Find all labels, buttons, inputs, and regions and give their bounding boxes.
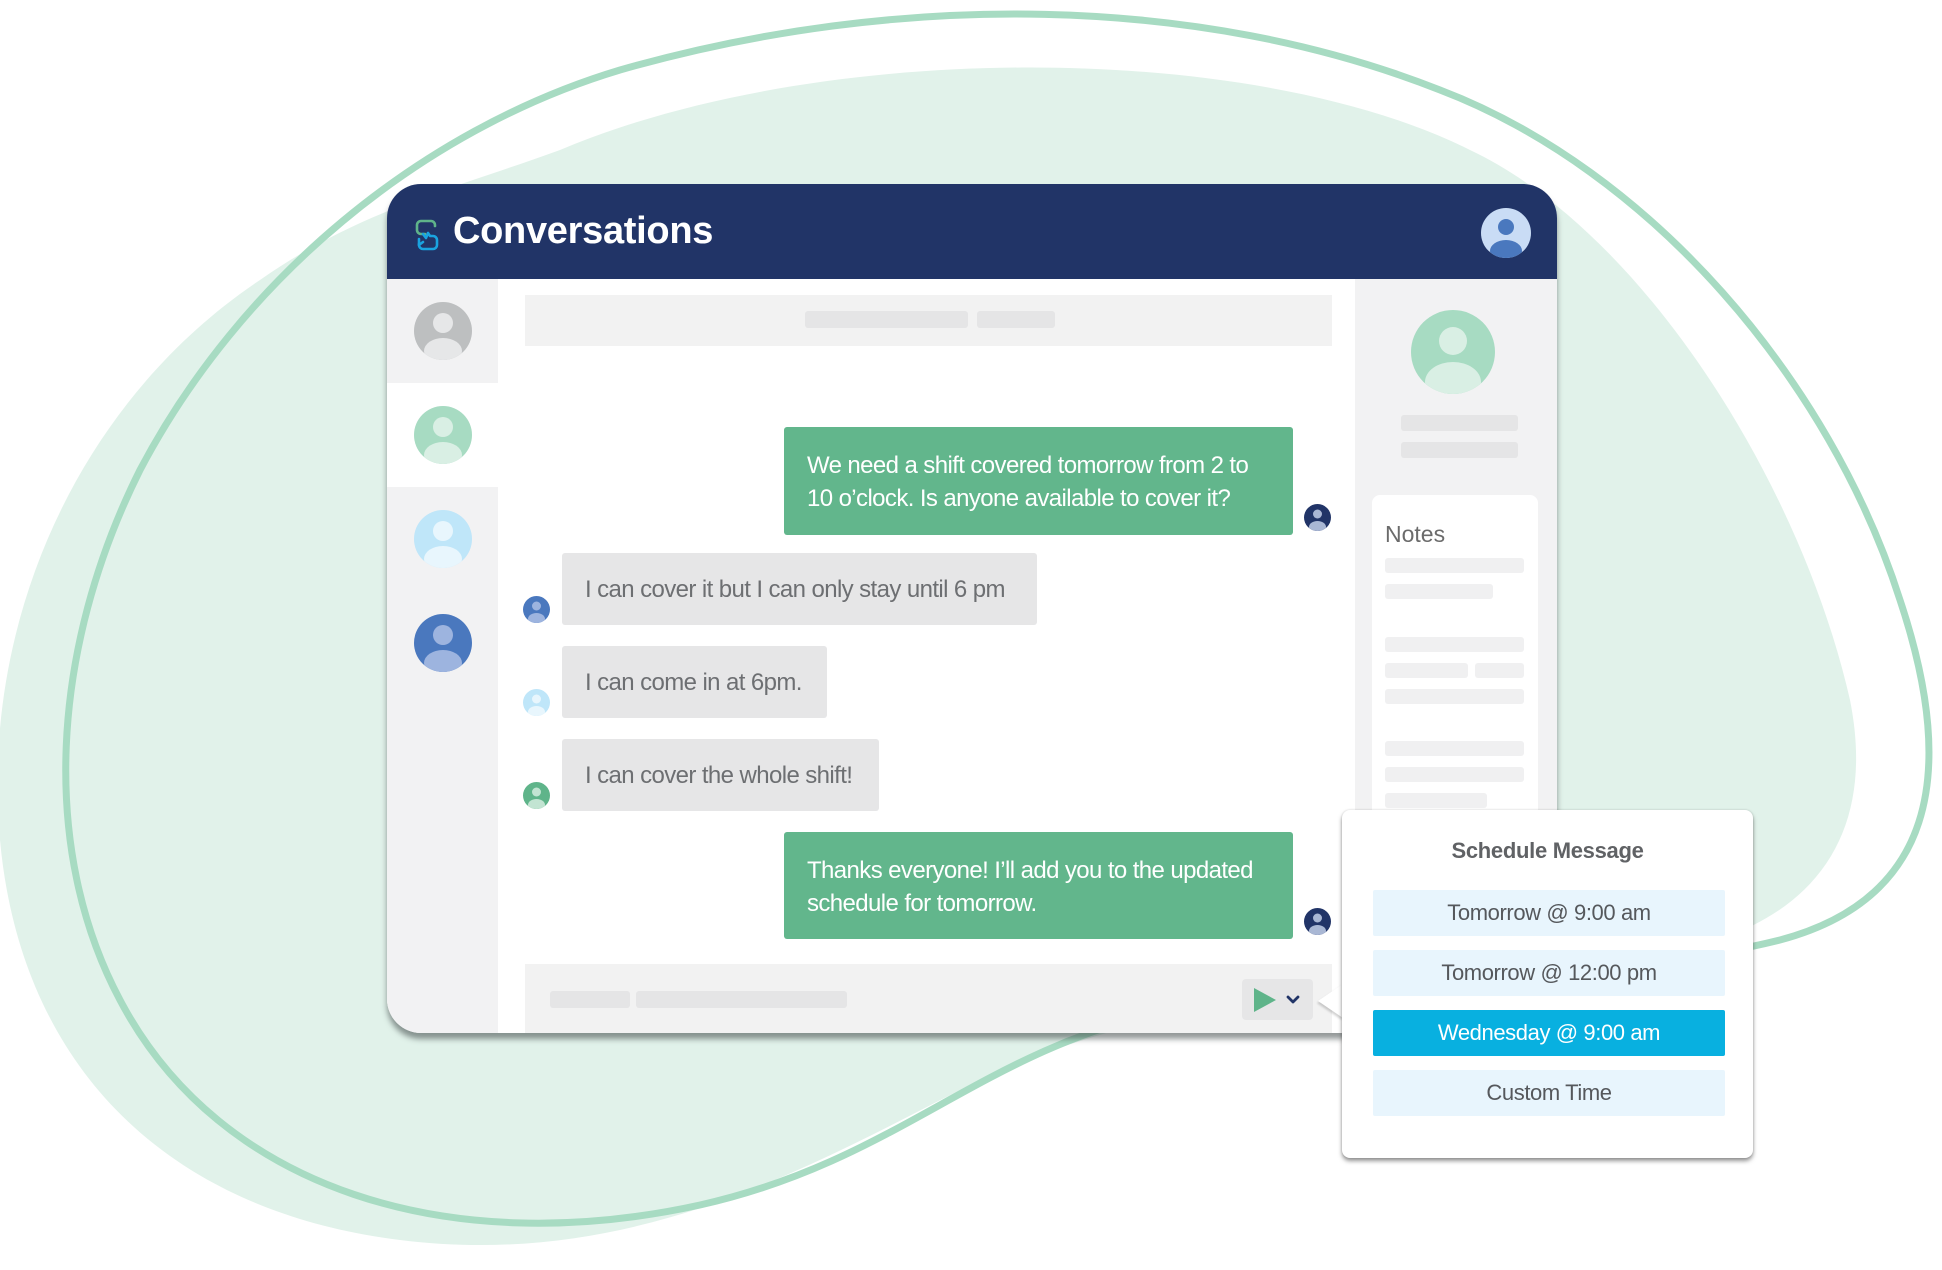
- contact-avatar-icon: [523, 782, 550, 809]
- skeleton-bar: [1385, 767, 1524, 782]
- sender-avatar-icon: [1304, 504, 1331, 531]
- contact-avatar-icon: [523, 689, 550, 716]
- schedule-option-wednesday-9am[interactable]: Wednesday @ 9:00 am: [1373, 1010, 1725, 1056]
- skeleton-bar: [805, 311, 968, 328]
- sender-avatar-icon: [1304, 908, 1331, 935]
- chat-header-placeholder: [525, 295, 1332, 346]
- incoming-message: I can come in at 6pm.: [562, 646, 827, 718]
- sidebar-item-contact-gray[interactable]: [387, 279, 498, 383]
- incoming-message: I can cover the whole shift!: [562, 739, 879, 811]
- schedule-option-custom-time[interactable]: Custom Time: [1373, 1070, 1725, 1116]
- outgoing-message: Thanks everyone! I’ll add you to the upd…: [784, 832, 1293, 939]
- app-header: Conversations: [387, 184, 1557, 279]
- message-text: 10 o’clock. Is anyone available to cover…: [807, 485, 1231, 512]
- message-text: Thanks everyone! I’ll add you to the upd…: [807, 857, 1254, 884]
- skeleton-bar: [977, 311, 1055, 328]
- sidebar-item-contact-blue[interactable]: [387, 591, 498, 695]
- contact-sidebar: [387, 279, 498, 1033]
- contact-avatar-icon: [413, 510, 472, 568]
- sidebar-item-contact-green[interactable]: [387, 383, 498, 487]
- popup-title: Schedule Message: [1451, 838, 1644, 863]
- skeleton-bar: [1385, 793, 1487, 808]
- popup-arrow: [1318, 984, 1343, 1018]
- message-text: schedule for tomorrow.: [807, 890, 1037, 917]
- skeleton-bar: [1385, 663, 1468, 678]
- contact-avatar-icon: [413, 302, 472, 360]
- contact-avatar-icon: [523, 596, 550, 623]
- skeleton-bar: [1385, 558, 1524, 573]
- sidebar-item-contact-lightblue[interactable]: [387, 487, 498, 591]
- schedule-message-popup: Schedule Message Tomorrow @ 9:00 am Tomo…: [1342, 810, 1753, 1158]
- user-avatar-icon[interactable]: [1481, 208, 1531, 258]
- contact-avatar-icon: [413, 406, 472, 464]
- skeleton-bar: [1385, 584, 1493, 599]
- skeleton-bar: [636, 991, 847, 1008]
- message-composer[interactable]: [525, 964, 1332, 1033]
- profile-avatar-icon: [1411, 310, 1495, 394]
- chevron-down-icon: [1286, 995, 1300, 1004]
- schedule-option-tomorrow-9am[interactable]: Tomorrow @ 9:00 am: [1373, 890, 1725, 936]
- skeleton-bar: [1401, 415, 1518, 431]
- chat-logo-icon: [415, 219, 439, 251]
- schedule-option-tomorrow-12pm[interactable]: Tomorrow @ 12:00 pm: [1373, 950, 1725, 996]
- message-text: We need a shift covered tomorrow from 2 …: [807, 452, 1249, 479]
- skeleton-bar: [1385, 637, 1524, 652]
- message-text: I can cover it but I can only stay until…: [585, 575, 1005, 603]
- send-schedule-button[interactable]: [1242, 979, 1313, 1020]
- notes-title: Notes: [1385, 521, 1446, 547]
- send-icon: [1254, 988, 1276, 1012]
- skeleton-bar: [1385, 689, 1524, 704]
- notes-card: Notes: [1372, 495, 1538, 825]
- outgoing-message: We need a shift covered tomorrow from 2 …: [784, 427, 1293, 535]
- incoming-message: I can cover it but I can only stay until…: [562, 553, 1037, 625]
- message-text: I can cover the whole shift!: [585, 761, 853, 789]
- contact-avatar-icon: [413, 614, 472, 672]
- skeleton-bar: [1401, 442, 1518, 458]
- message-text: I can come in at 6pm.: [585, 668, 802, 696]
- app-title: Conversations: [453, 210, 714, 252]
- skeleton-bar: [1385, 741, 1524, 756]
- skeleton-bar: [1475, 663, 1524, 678]
- skeleton-bar: [550, 991, 630, 1008]
